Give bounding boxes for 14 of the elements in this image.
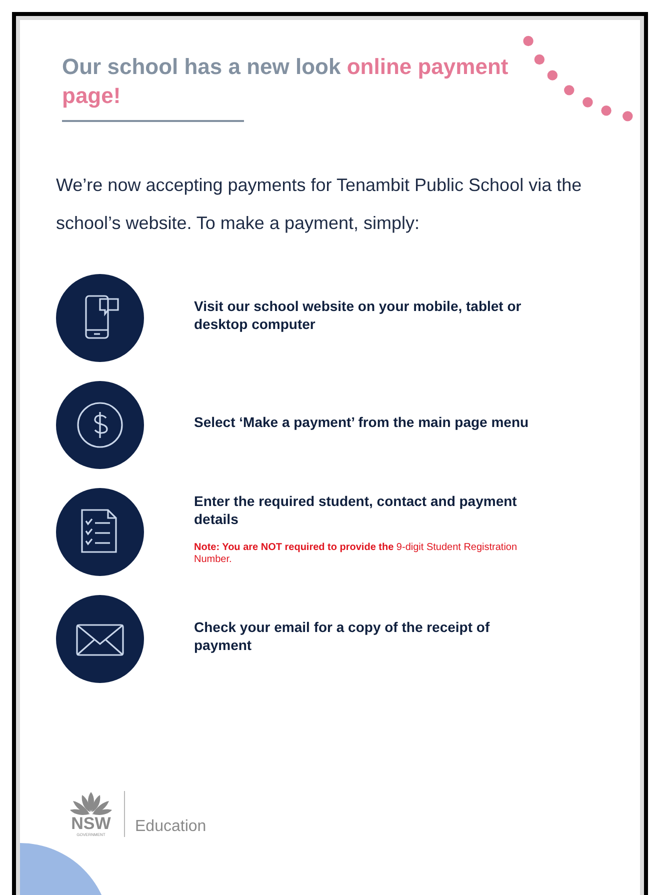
phone-icon bbox=[56, 274, 144, 362]
page-heading: Our school has a new look online payment page! bbox=[62, 53, 510, 110]
envelope-icon bbox=[56, 594, 144, 682]
note-text: Note: You are NOT required to provide the 9-digit Student Registration Number. bbox=[194, 542, 518, 566]
step-text: Enter the required student, contact and payment details bbox=[194, 492, 518, 528]
intro-text: We’re now accepting payments for Tenambit Public School via the school’s website. To make a payment, simply: bbox=[56, 174, 583, 235]
department-name: Education bbox=[135, 817, 206, 837]
waratah-flower-icon bbox=[68, 790, 114, 816]
dollar-icon bbox=[56, 380, 144, 468]
step-text: Select ‘Make a payment’ from the main page menu bbox=[194, 412, 530, 430]
checklist-icon bbox=[56, 488, 144, 576]
logo-wordmark: NSW bbox=[71, 816, 111, 832]
step-text: Visit our school website on your mobile, tablet or desktop computer bbox=[194, 296, 522, 332]
step-text: Check your email for a copy of the receipt of payment bbox=[194, 618, 491, 654]
